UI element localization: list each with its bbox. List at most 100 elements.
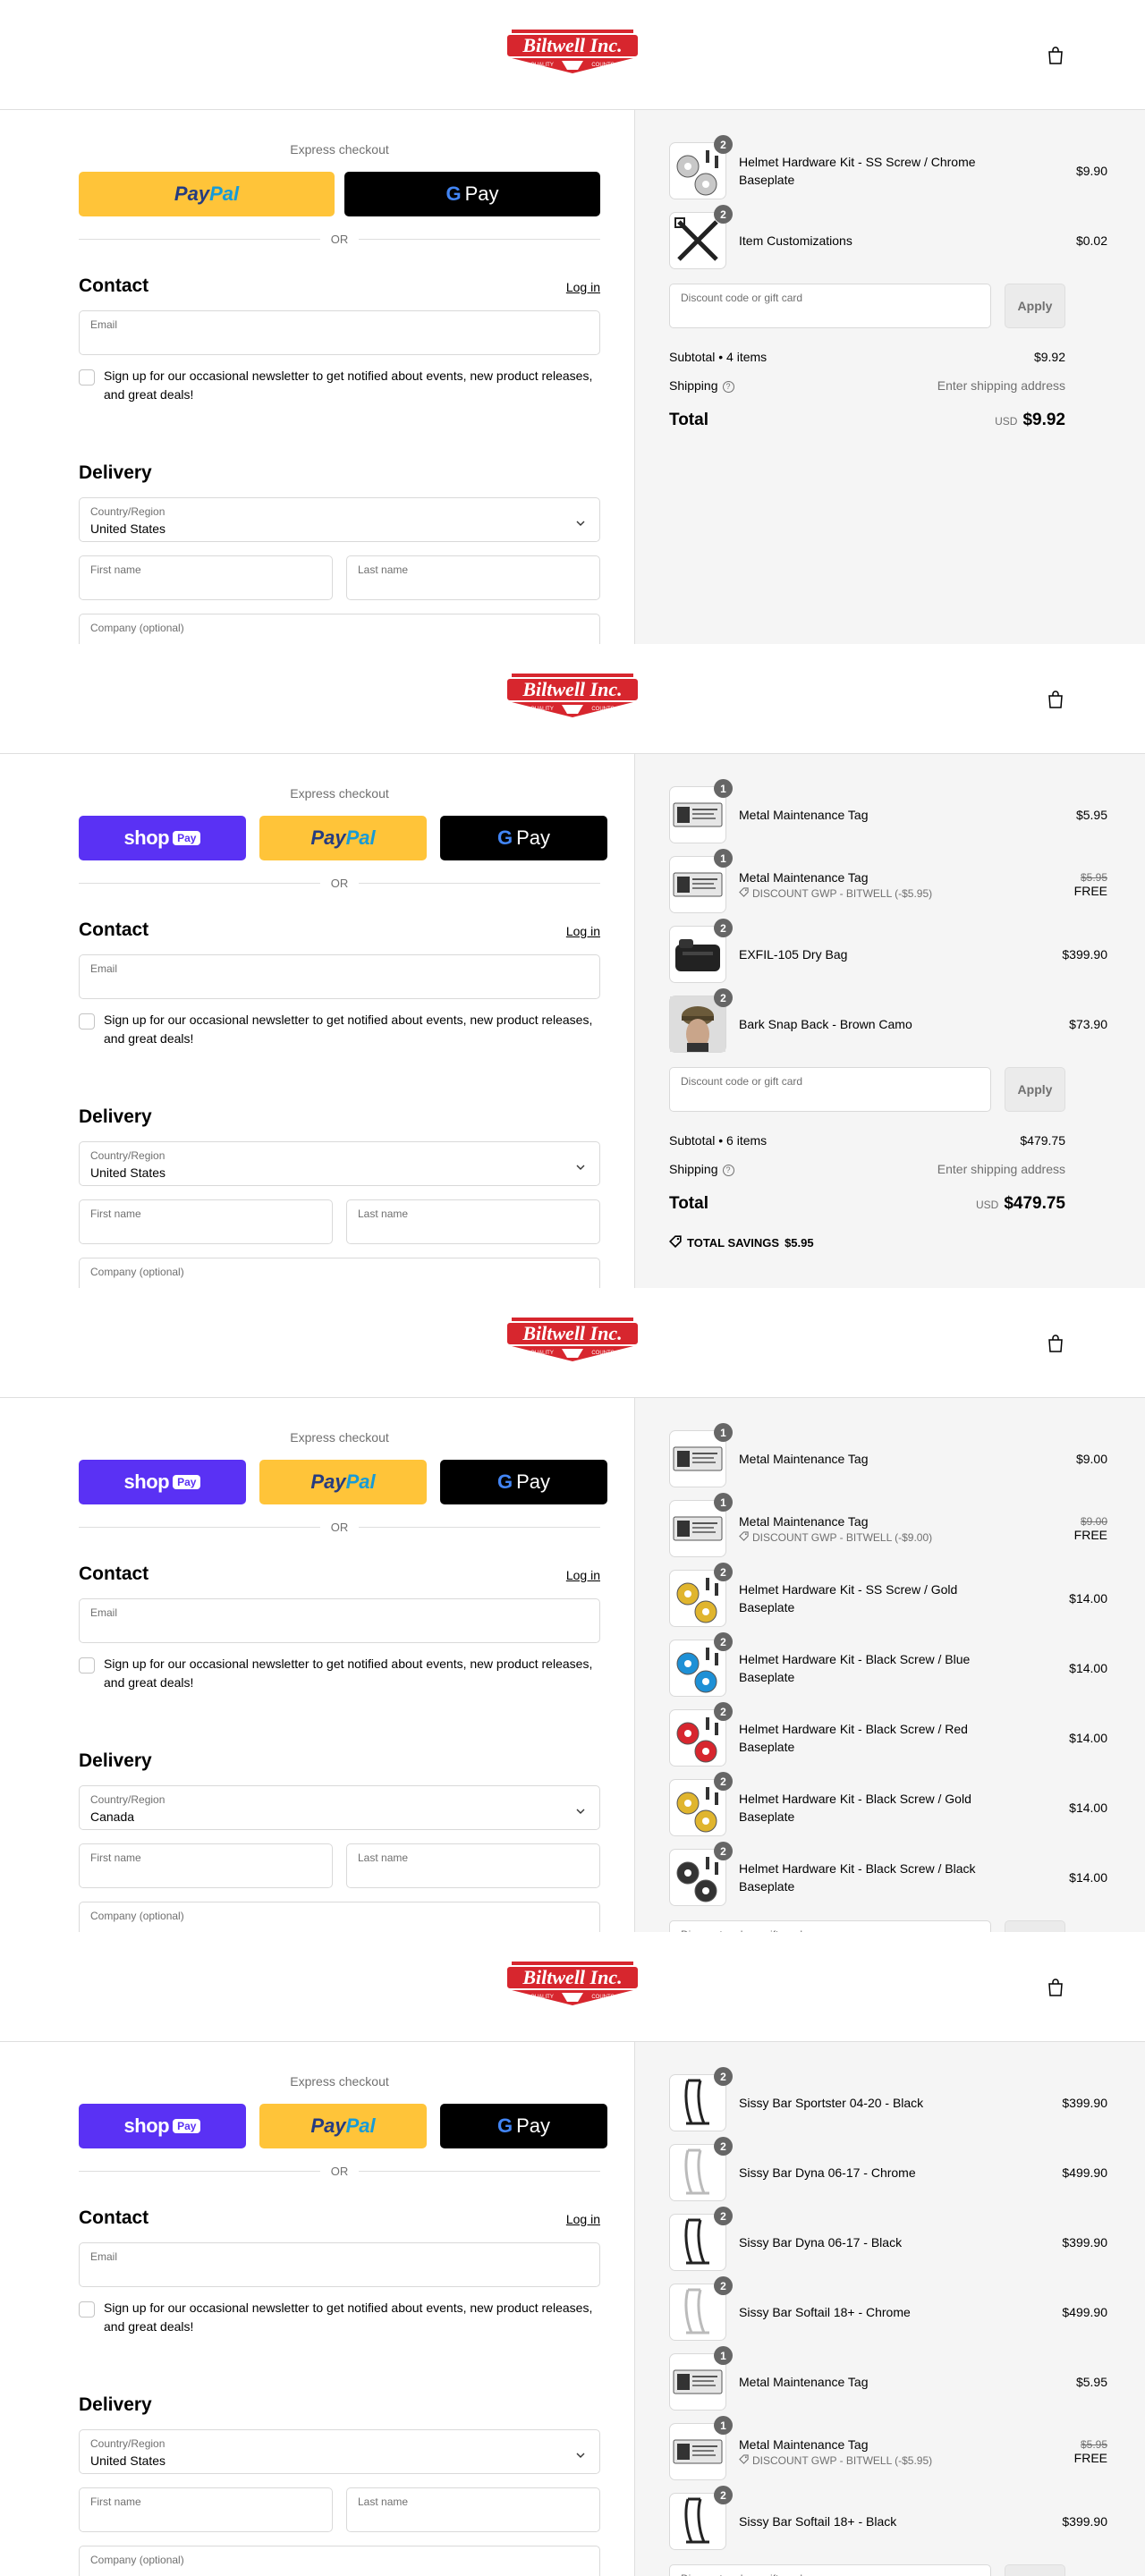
country-select[interactable]: Country/Region Canada bbox=[79, 1785, 600, 1830]
chevron-down-icon bbox=[576, 1804, 585, 1814]
google-pay-button[interactable]: G Pay bbox=[440, 1460, 607, 1504]
or-divider: OR bbox=[79, 233, 600, 246]
paypal-button[interactable]: PayPal bbox=[259, 2104, 427, 2148]
last-name-field[interactable]: Last name bbox=[346, 2487, 600, 2532]
product-name: Metal Maintenance Tag bbox=[739, 808, 869, 822]
email-field[interactable]: Email bbox=[79, 2242, 600, 2287]
google-pay-text: Pay bbox=[464, 182, 499, 205]
line-item: 2 Sissy Bar Sportster 04-20 - Black $399.9… bbox=[669, 2067, 1107, 2131]
country-select[interactable]: Country/Region United States bbox=[79, 497, 600, 542]
price-value: FREE bbox=[1073, 884, 1107, 898]
email-field[interactable]: Email bbox=[79, 954, 600, 999]
first-name-placeholder: First name bbox=[90, 564, 141, 576]
google-pay-text: Pay bbox=[516, 1470, 551, 1493]
login-link[interactable]: Log in bbox=[566, 924, 600, 938]
shop-pay-button[interactable]: shop Pay bbox=[79, 2104, 246, 2148]
company-field[interactable]: Company (optional) bbox=[79, 1258, 600, 1288]
discount-code-input[interactable]: Discount code or gift card bbox=[669, 284, 991, 328]
paypal-button[interactable]: PayPal bbox=[259, 1460, 427, 1504]
shop-pay-badge: Pay bbox=[173, 2119, 201, 2133]
country-select[interactable]: Country/Region United States bbox=[79, 1141, 600, 1186]
brand-logo[interactable]: Biltwell Inc. QUALITY COUNTS bbox=[503, 21, 642, 82]
info-icon[interactable]: ? bbox=[722, 1164, 734, 1176]
shop-pay-button[interactable]: shop Pay bbox=[79, 1460, 246, 1504]
newsletter-checkbox[interactable] bbox=[79, 1657, 95, 1674]
last-name-field[interactable]: Last name bbox=[346, 555, 600, 600]
google-pay-button[interactable]: G Pay bbox=[344, 172, 600, 216]
subtotal-value: $479.75 bbox=[1020, 1133, 1065, 1148]
apply-button[interactable]: Apply bbox=[1005, 1920, 1065, 1932]
quantity-badge: 1 bbox=[714, 2416, 733, 2435]
login-link[interactable]: Log in bbox=[566, 1568, 600, 1582]
shipping-value: Enter shipping address bbox=[937, 378, 1065, 393]
first-name-field[interactable]: First name bbox=[79, 555, 333, 600]
info-icon[interactable]: ? bbox=[722, 380, 734, 393]
email-field[interactable]: Email bbox=[79, 1598, 600, 1643]
country-select[interactable]: Country/Region United States bbox=[79, 2429, 600, 2474]
newsletter-checkbox[interactable] bbox=[79, 1013, 95, 1030]
delivery-heading: Delivery bbox=[79, 1106, 152, 1127]
discount-line: DISCOUNT GWP - BITWELL (-$5.95) bbox=[739, 886, 989, 901]
divider-line bbox=[359, 2171, 600, 2172]
paypal-logo: PayPal bbox=[174, 182, 239, 206]
brand-logo[interactable]: Biltwell Inc. QUALITY COUNTS bbox=[503, 665, 642, 726]
product-info: Sissy Bar Dyna 06-17 - Black bbox=[739, 2214, 989, 2271]
apply-button[interactable]: Apply bbox=[1005, 284, 1065, 328]
apply-button[interactable]: Apply bbox=[1005, 1067, 1065, 1112]
svg-text:COUNTS: COUNTS bbox=[591, 1995, 614, 2000]
paypal-logo: PayPal bbox=[310, 1470, 375, 1494]
first-name-field[interactable]: First name bbox=[79, 2487, 333, 2532]
company-field[interactable]: Company (optional) bbox=[79, 614, 600, 644]
email-placeholder: Email bbox=[90, 2250, 118, 2263]
discount-code-input[interactable]: Discount code or gift card bbox=[669, 1920, 991, 1932]
first-name-field[interactable]: First name bbox=[79, 1843, 333, 1888]
product-price: $73.90 bbox=[1069, 996, 1107, 1053]
line-item: 1 Metal Maintenance Tag $5.95 bbox=[669, 2346, 1107, 2411]
google-pay-text: Pay bbox=[516, 826, 551, 849]
cart-bag-icon[interactable] bbox=[1047, 1334, 1064, 1353]
company-field[interactable]: Company (optional) bbox=[79, 1902, 600, 1932]
newsletter-checkbox[interactable] bbox=[79, 2301, 95, 2318]
paypal-button[interactable]: PayPal bbox=[259, 816, 427, 860]
brand-logo[interactable]: Biltwell Inc. QUALITY COUNTS bbox=[503, 1309, 642, 1370]
first-name-field[interactable]: First name bbox=[79, 1199, 333, 1244]
cart-bag-icon[interactable] bbox=[1047, 46, 1064, 65]
product-price: $9.00 bbox=[1076, 1430, 1107, 1487]
company-field[interactable]: Company (optional) bbox=[79, 2546, 600, 2576]
country-value: Canada bbox=[90, 1809, 135, 1824]
discount-line: DISCOUNT GWP - BITWELL (-$9.00) bbox=[739, 1530, 989, 1545]
google-pay-button[interactable]: G Pay bbox=[440, 2104, 607, 2148]
cart-bag-icon[interactable] bbox=[1047, 690, 1064, 709]
product-thumbnail: 2 bbox=[669, 1632, 733, 1697]
paypal-button[interactable]: PayPal bbox=[79, 172, 335, 216]
discount-code-input[interactable]: Discount code or gift card bbox=[669, 1067, 991, 1112]
login-link[interactable]: Log in bbox=[566, 2212, 600, 2226]
apply-button[interactable]: Apply bbox=[1005, 2564, 1065, 2576]
login-link[interactable]: Log in bbox=[566, 280, 600, 294]
cart-bag-icon[interactable] bbox=[1047, 1978, 1064, 1997]
product-thumbnail: 1 bbox=[669, 1423, 733, 1487]
email-placeholder: Email bbox=[90, 1606, 118, 1619]
quantity-badge: 1 bbox=[714, 1423, 733, 1442]
discount-code-input[interactable]: Discount code or gift card bbox=[669, 2564, 991, 2576]
quantity-badge: 2 bbox=[714, 1632, 733, 1651]
brand-logo[interactable]: Biltwell Inc. QUALITY COUNTS bbox=[503, 1953, 642, 2014]
last-name-field[interactable]: Last name bbox=[346, 1199, 600, 1244]
total-label: Total bbox=[669, 411, 708, 429]
total-row: Total USD $479.75 bbox=[669, 1194, 1065, 1214]
google-g-icon: G bbox=[496, 2114, 513, 2137]
newsletter-checkbox[interactable] bbox=[79, 369, 95, 386]
email-field[interactable]: Email bbox=[79, 310, 600, 355]
product-info: EXFIL-105 Dry Bag bbox=[739, 926, 989, 983]
line-item: 2 Sissy Bar Dyna 06-17 - Black $399.90 bbox=[669, 2207, 1107, 2271]
order-summary: 1 Metal Maintenance Tag $5.95 1 Metal Mainte… bbox=[634, 754, 1145, 1288]
price-value: $399.90 bbox=[1062, 947, 1107, 962]
line-item: 2 Sissy Bar Softail 18+ - Chrome $499.90 bbox=[669, 2276, 1107, 2341]
shop-pay-button[interactable]: shop Pay bbox=[79, 816, 246, 860]
total-row: Total USD $9.92 bbox=[669, 411, 1065, 430]
price-value: $9.90 bbox=[1075, 164, 1107, 178]
last-name-field[interactable]: Last name bbox=[346, 1843, 600, 1888]
google-pay-button[interactable]: G Pay bbox=[440, 816, 607, 860]
shop-pay-text: shop bbox=[123, 826, 170, 849]
svg-text:COUNTS: COUNTS bbox=[591, 1351, 614, 1356]
